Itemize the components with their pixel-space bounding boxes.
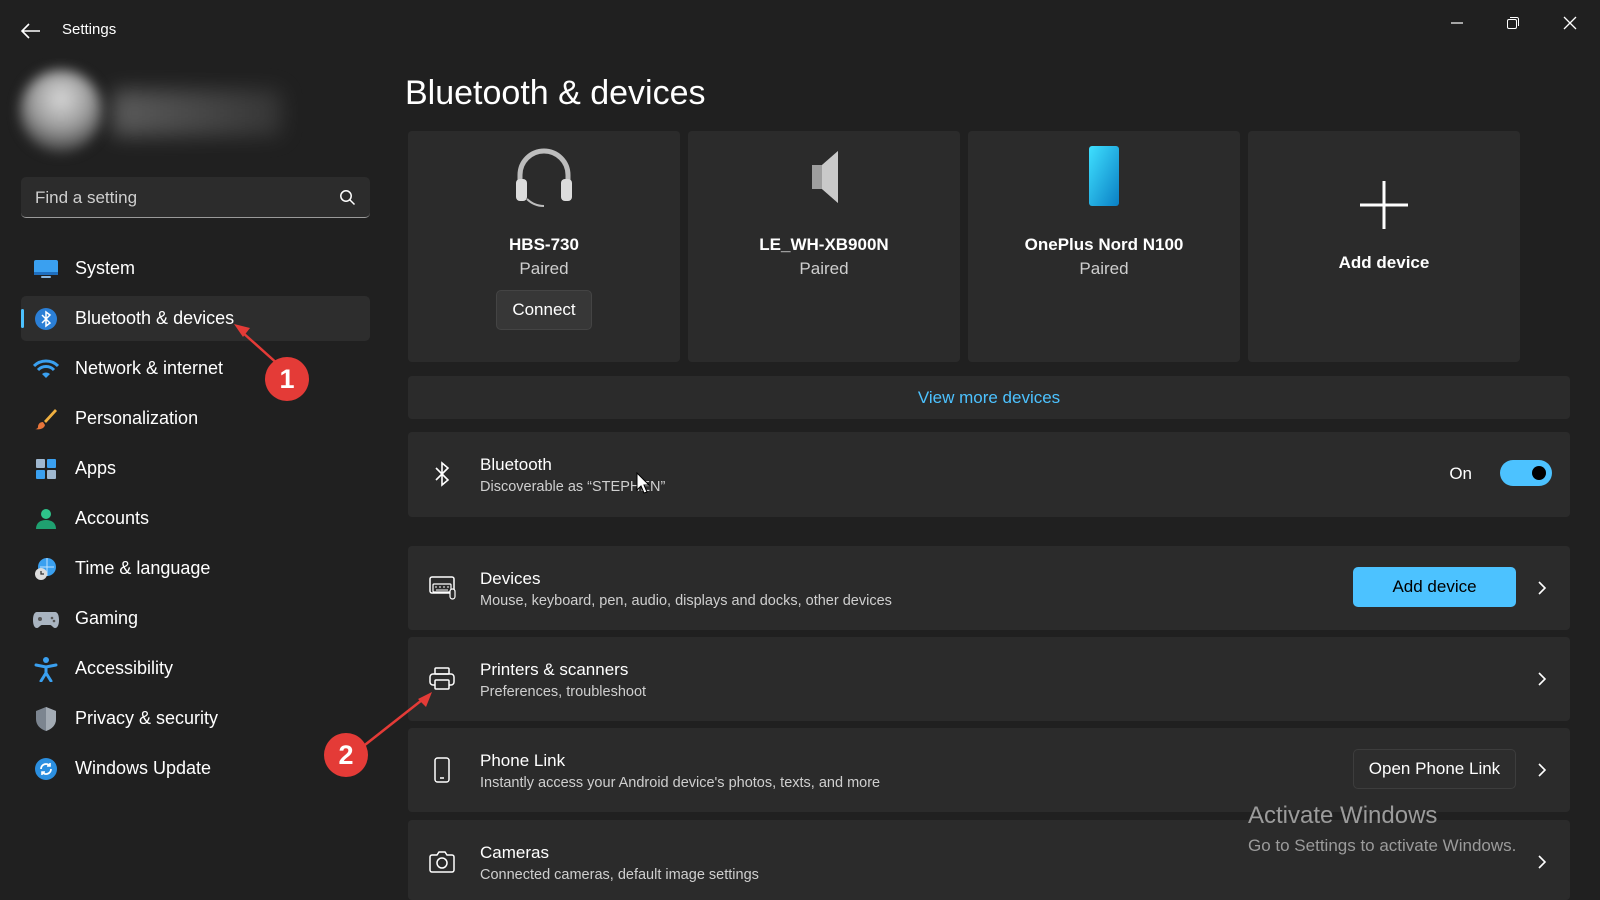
annotation-marker: 2 — [324, 733, 368, 777]
annotation-arrows — [234, 324, 432, 749]
annotation-marker: 1 — [265, 357, 309, 401]
mouse-cursor-icon — [636, 472, 650, 494]
